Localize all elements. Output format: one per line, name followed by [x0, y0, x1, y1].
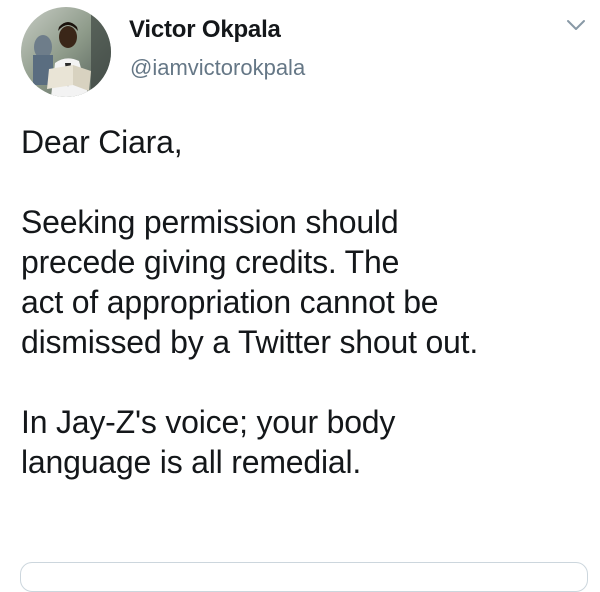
embedded-card[interactable] [20, 562, 588, 592]
tweet-paragraph: Seeking permission should precede giving… [21, 202, 591, 362]
tweet-line: Seeking permission should [21, 204, 399, 240]
tweet-line: Dear Ciara, [21, 124, 183, 160]
profile-photo [21, 7, 111, 97]
tweet-line: dismissed by a Twitter shout out. [21, 324, 479, 360]
chevron-down-icon[interactable] [563, 14, 589, 36]
tweet-paragraph: In Jay-Z's voice; your body language is … [21, 402, 591, 482]
tweet-line: language is all remedial. [21, 444, 362, 480]
author-name[interactable]: Victor Okpala [129, 16, 281, 44]
tweet-paragraph: Dear Ciara, [21, 122, 591, 162]
tweet-text: Dear Ciara, Seeking permission should pr… [21, 122, 591, 482]
tweet-line: act of appropriation cannot be [21, 284, 439, 320]
author-handle[interactable]: @iamvictorokpala [130, 55, 305, 81]
avatar[interactable] [21, 7, 111, 97]
tweet-line: precede giving credits. The [21, 244, 400, 280]
tweet: Victor Okpala @iamvictorokpala Dear Ciar… [0, 0, 600, 592]
tweet-line: In Jay-Z's voice; your body [21, 404, 396, 440]
